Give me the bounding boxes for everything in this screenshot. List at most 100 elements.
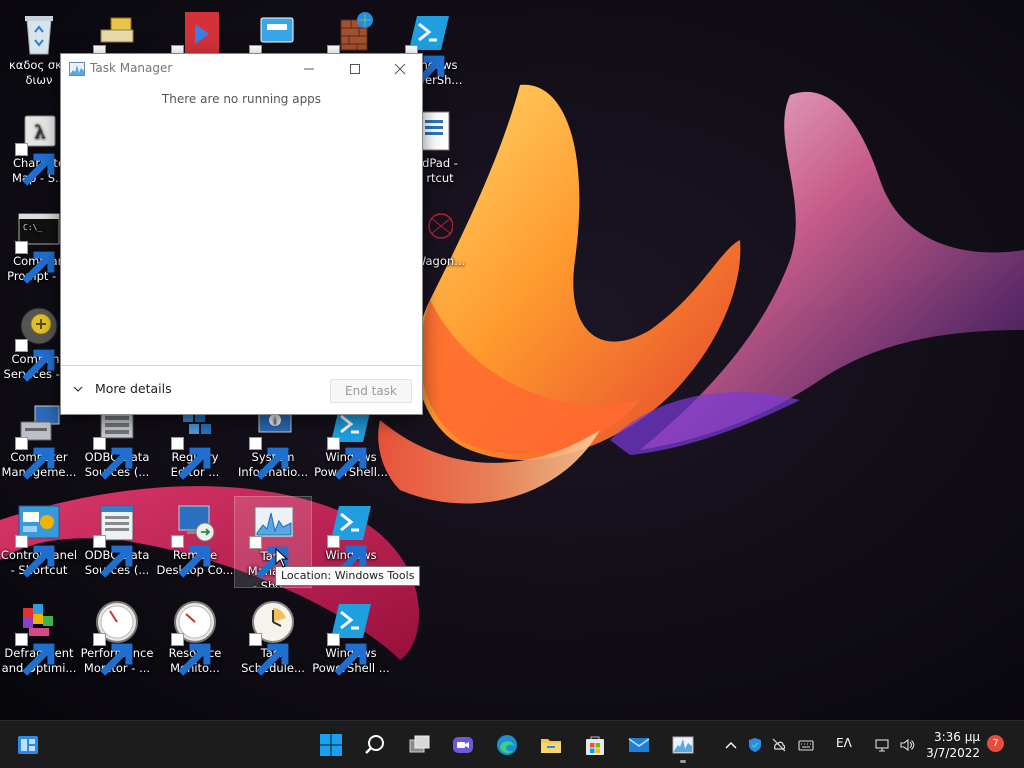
desktop-icon-remote-desktop[interactable]: Remote Desktop Co... xyxy=(156,496,234,588)
window-app-icon xyxy=(249,10,297,88)
firewall-icon xyxy=(327,10,375,88)
power-automate-icon xyxy=(171,10,219,88)
mail-button[interactable] xyxy=(620,726,658,764)
clock-date: 3/7/2022 xyxy=(926,746,980,760)
end-task-button[interactable]: End task xyxy=(330,379,412,403)
input-language-indicator[interactable]: ΕΛ xyxy=(836,736,852,750)
task-manager-icon xyxy=(249,501,297,579)
shortcut-arrow-icon xyxy=(171,437,211,480)
desktop-icon-resource-monitor[interactable]: Resource Monito... xyxy=(156,594,234,686)
recycle-bin-icon xyxy=(15,10,63,58)
volume-icon xyxy=(900,738,915,752)
shortcut-arrow-icon xyxy=(93,437,133,480)
file-explorer-button[interactable] xyxy=(532,726,570,764)
minimize-button[interactable] xyxy=(286,54,332,84)
network-icon xyxy=(875,739,889,752)
desktop-icon-defragment[interactable]: Defragment and Optimi... xyxy=(0,594,78,686)
task-manager-window[interactable]: Task Manager There are no running apps M… xyxy=(60,53,423,415)
location-tooltip: Location: Windows Tools xyxy=(275,566,421,586)
shortcut-arrow-icon xyxy=(249,633,289,676)
svg-text:C:\_: C:\_ xyxy=(23,223,42,232)
shortcut-arrow-icon xyxy=(15,143,55,186)
store-icon xyxy=(586,736,604,755)
close-icon xyxy=(394,63,406,75)
desktop-icon-windows-powershell-3[interactable]: Windows PowerShell ... xyxy=(312,594,390,686)
microsoft-store-button[interactable] xyxy=(576,726,614,764)
search-button[interactable] xyxy=(356,726,394,764)
running-indicator xyxy=(680,760,686,763)
volume-tray[interactable] xyxy=(897,733,917,757)
shortcut-arrow-icon xyxy=(249,437,289,480)
widgets-icon xyxy=(18,736,38,754)
cloud-off-icon xyxy=(772,738,786,752)
shortcut-arrow-icon xyxy=(249,536,289,579)
odbc-data-sources-icon xyxy=(93,500,141,578)
desktop-icon-control-panel[interactable]: Control Panel - Shortcut xyxy=(0,496,78,588)
task-manager-taskbar-button[interactable] xyxy=(664,726,702,764)
shortcut-arrow-icon xyxy=(15,241,55,284)
start-button[interactable] xyxy=(312,726,350,764)
shortcut-arrow-icon xyxy=(171,633,211,676)
shortcut-arrow-icon xyxy=(15,535,55,578)
shortcut-arrow-icon xyxy=(327,535,367,578)
svg-text:λ: λ xyxy=(34,122,45,143)
mail-icon xyxy=(628,738,650,752)
maximize-button[interactable] xyxy=(332,54,378,84)
mouse-cursor-icon xyxy=(275,548,289,568)
title-bar[interactable]: Task Manager xyxy=(61,54,422,84)
task-manager-footer: More details End task xyxy=(61,365,422,414)
windows-security-tray[interactable] xyxy=(746,733,764,757)
minimize-icon xyxy=(304,68,314,70)
clock[interactable]: 3:36 μμ 3/7/2022 xyxy=(920,729,980,761)
control-panel-icon xyxy=(15,500,63,578)
notification-count-badge[interactable]: 7 xyxy=(987,735,1004,752)
odbc-icon xyxy=(93,10,141,88)
search-icon xyxy=(365,735,384,754)
defragment-icon xyxy=(15,598,63,676)
computer-management-icon xyxy=(15,402,63,480)
shortcut-arrow-icon xyxy=(93,633,133,676)
desktop-icon-odbc-data-sources-64[interactable]: ODBC Data Sources (... xyxy=(78,496,156,588)
performance-monitor-icon xyxy=(93,598,141,676)
touch-keyboard-tray[interactable] xyxy=(796,733,816,757)
svg-text:i: i xyxy=(274,417,277,427)
widgets-button[interactable] xyxy=(9,726,47,764)
shortcut-arrow-icon xyxy=(15,339,55,382)
task-manager-icon xyxy=(672,736,694,754)
powershell-icon xyxy=(405,10,453,88)
shortcut-arrow-icon xyxy=(327,633,367,676)
desktop-icon-performance-monitor[interactable]: Performance Monitor - ... xyxy=(78,594,156,686)
powershell-icon xyxy=(327,598,375,676)
chat-button[interactable] xyxy=(444,726,482,764)
maximize-icon xyxy=(350,64,360,74)
desktop-icon-task-scheduler[interactable]: Task Schedule... xyxy=(234,594,312,686)
taskbar: ΕΛ 3:36 μμ 3/7/2022 xyxy=(0,720,1024,768)
chat-icon xyxy=(453,737,473,753)
keyboard-icon xyxy=(798,740,814,751)
show-hidden-icons-button[interactable] xyxy=(722,733,740,757)
character-map-icon: λ xyxy=(15,108,63,186)
shortcut-arrow-icon xyxy=(93,535,133,578)
task-view-icon xyxy=(409,735,430,753)
remote-desktop-icon xyxy=(171,500,219,578)
window-title: Task Manager xyxy=(90,61,173,75)
edge-button[interactable] xyxy=(488,726,526,764)
chevron-down-icon xyxy=(73,386,83,392)
command-prompt-icon: C:\_ xyxy=(15,206,63,284)
close-button[interactable] xyxy=(377,54,423,84)
more-details-button[interactable]: More details xyxy=(72,381,172,396)
task-scheduler-icon xyxy=(249,598,297,676)
task-manager-app-icon xyxy=(69,62,85,76)
component-services-icon xyxy=(15,304,63,382)
shortcut-arrow-icon xyxy=(171,535,211,578)
shortcut-arrow-icon xyxy=(15,633,55,676)
folder-icon xyxy=(541,739,561,753)
shortcut-arrow-icon xyxy=(327,437,367,480)
powershell-icon xyxy=(327,500,375,578)
edge-icon xyxy=(497,735,517,755)
task-view-button[interactable] xyxy=(400,726,438,764)
no-running-apps-message: There are no running apps xyxy=(161,92,322,106)
network-tray[interactable] xyxy=(872,733,892,757)
network-disconnected-tray[interactable] xyxy=(770,733,788,757)
chevron-up-icon xyxy=(725,742,737,749)
